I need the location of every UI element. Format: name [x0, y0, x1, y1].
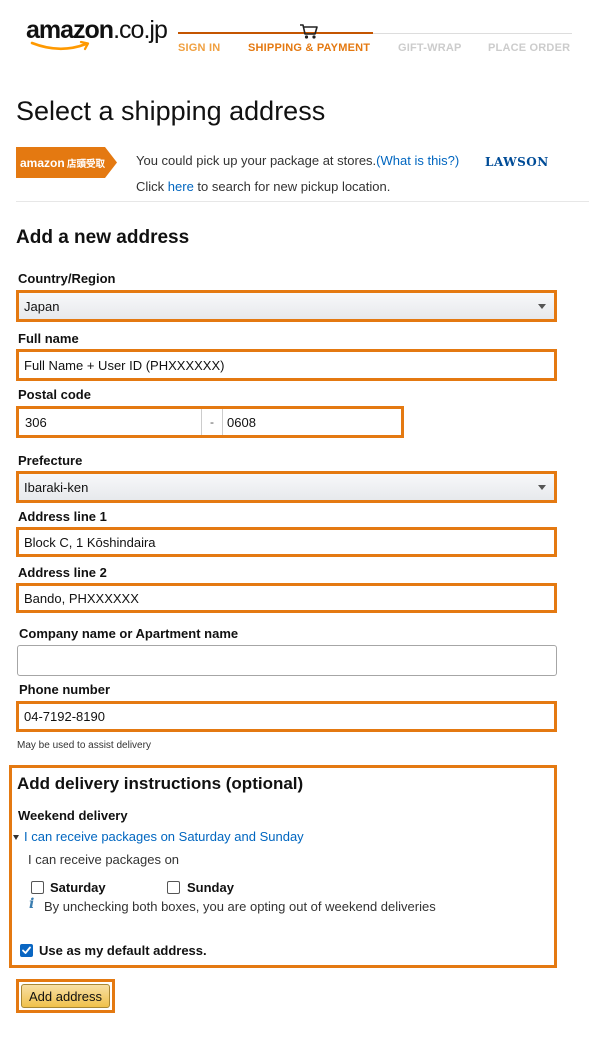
prefecture-value: Ibaraki-ken [24, 479, 89, 495]
phone-input[interactable]: 04-7192-8190 [16, 701, 557, 732]
add-address-highlight: Add address [16, 979, 115, 1013]
postal-code-input-1[interactable]: 306 [25, 409, 47, 435]
what-is-this-link[interactable]: (What is this?) [376, 153, 459, 168]
chevron-down-icon [538, 485, 546, 490]
postal-code-input-2[interactable]: 0608 [227, 409, 256, 435]
step-gift-wrap: GIFT-WRAP [398, 42, 462, 54]
phone-hint: May be used to assist delivery [17, 740, 151, 751]
company-input[interactable] [17, 645, 557, 676]
caret-down-icon [13, 835, 19, 841]
weekend-expander[interactable]: I can receive packages on Saturday and S… [13, 829, 304, 844]
add-address-button[interactable]: Add address [21, 984, 110, 1008]
postal-separator: - [201, 409, 223, 435]
phone-label: Phone number [19, 682, 111, 697]
delivery-instructions-title: Add delivery instructions (optional) [17, 774, 304, 793]
address-line-1-value: Block C, 1 Kōshindaira [24, 534, 156, 550]
weekend-delivery-label: Weekend delivery [18, 808, 128, 823]
postal-code-group: 306 - 0608 [16, 406, 404, 438]
sunday-label[interactable]: Sunday [187, 880, 234, 895]
add-address-heading: Add a new address [16, 227, 190, 248]
company-label: Company name or Apartment name [19, 626, 239, 641]
checkout-progress-fill [178, 32, 373, 34]
saturday-label[interactable]: Saturday [50, 880, 106, 895]
badge-brand: amazon [20, 156, 65, 170]
lawson-logo: LAWSON [485, 155, 549, 169]
page-title: Select a shipping address [16, 96, 326, 126]
checkmark-icon [22, 946, 31, 954]
prefecture-select[interactable]: Ibaraki-ken [16, 471, 557, 503]
weekend-info-text: By unchecking both boxes, you are opting… [44, 899, 436, 914]
address-line-1-input[interactable]: Block C, 1 Kōshindaira [16, 527, 557, 557]
country-label: Country/Region [18, 271, 116, 286]
step-place-order: PLACE ORDER [488, 42, 571, 54]
address-line-2-value: Bando, PHXXXXXX [24, 590, 139, 606]
default-address-checkbox[interactable] [20, 944, 33, 957]
section-divider [16, 201, 589, 202]
pickup-line-1: You could pick up your package at stores… [136, 153, 459, 168]
address-line-2-input[interactable]: Bando, PHXXXXXX [16, 583, 557, 613]
pickup-line-2: Click here to search for new pickup loca… [136, 179, 390, 194]
country-select[interactable]: Japan [16, 290, 557, 322]
amazon-smile-icon [30, 40, 90, 51]
prefecture-label: Prefecture [18, 453, 83, 468]
store-pickup-badge: amazon 店頭受取 [16, 147, 117, 178]
address-line-2-label: Address line 2 [18, 565, 107, 580]
country-value: Japan [24, 298, 60, 314]
postal-code-label: Postal code [18, 387, 91, 402]
info-icon: i [29, 896, 35, 912]
default-address-label[interactable]: Use as my default address. [39, 943, 207, 958]
step-sign-in: SIGN IN [178, 42, 221, 54]
step-shipping-payment: SHIPPING & PAYMENT [248, 42, 371, 54]
cart-icon [300, 24, 318, 39]
weekend-expander-label: I can receive packages on Saturday and S… [24, 829, 304, 844]
here-link[interactable]: here [168, 179, 194, 194]
pickup-line2-prefix: Click [136, 179, 168, 194]
chevron-down-icon [538, 304, 546, 309]
full-name-input[interactable]: Full Name + User ID (PHXXXXXX) [16, 349, 557, 381]
pickup-message: You could pick up your package at stores… [136, 153, 377, 168]
full-name-value: Full Name + User ID (PHXXXXXX) [24, 357, 225, 373]
phone-value: 04-7192-8190 [24, 709, 105, 724]
logo-suffix: .co.jp [113, 16, 168, 44]
badge-text: 店頭受取 [67, 158, 106, 170]
saturday-checkbox[interactable] [31, 881, 44, 894]
pickup-line2-suffix: to search for new pickup location. [193, 179, 391, 194]
full-name-label: Full name [18, 331, 79, 346]
receive-packages-text: I can receive packages on [28, 852, 180, 867]
sunday-checkbox[interactable] [167, 881, 180, 894]
address-line-1-label: Address line 1 [18, 509, 107, 524]
